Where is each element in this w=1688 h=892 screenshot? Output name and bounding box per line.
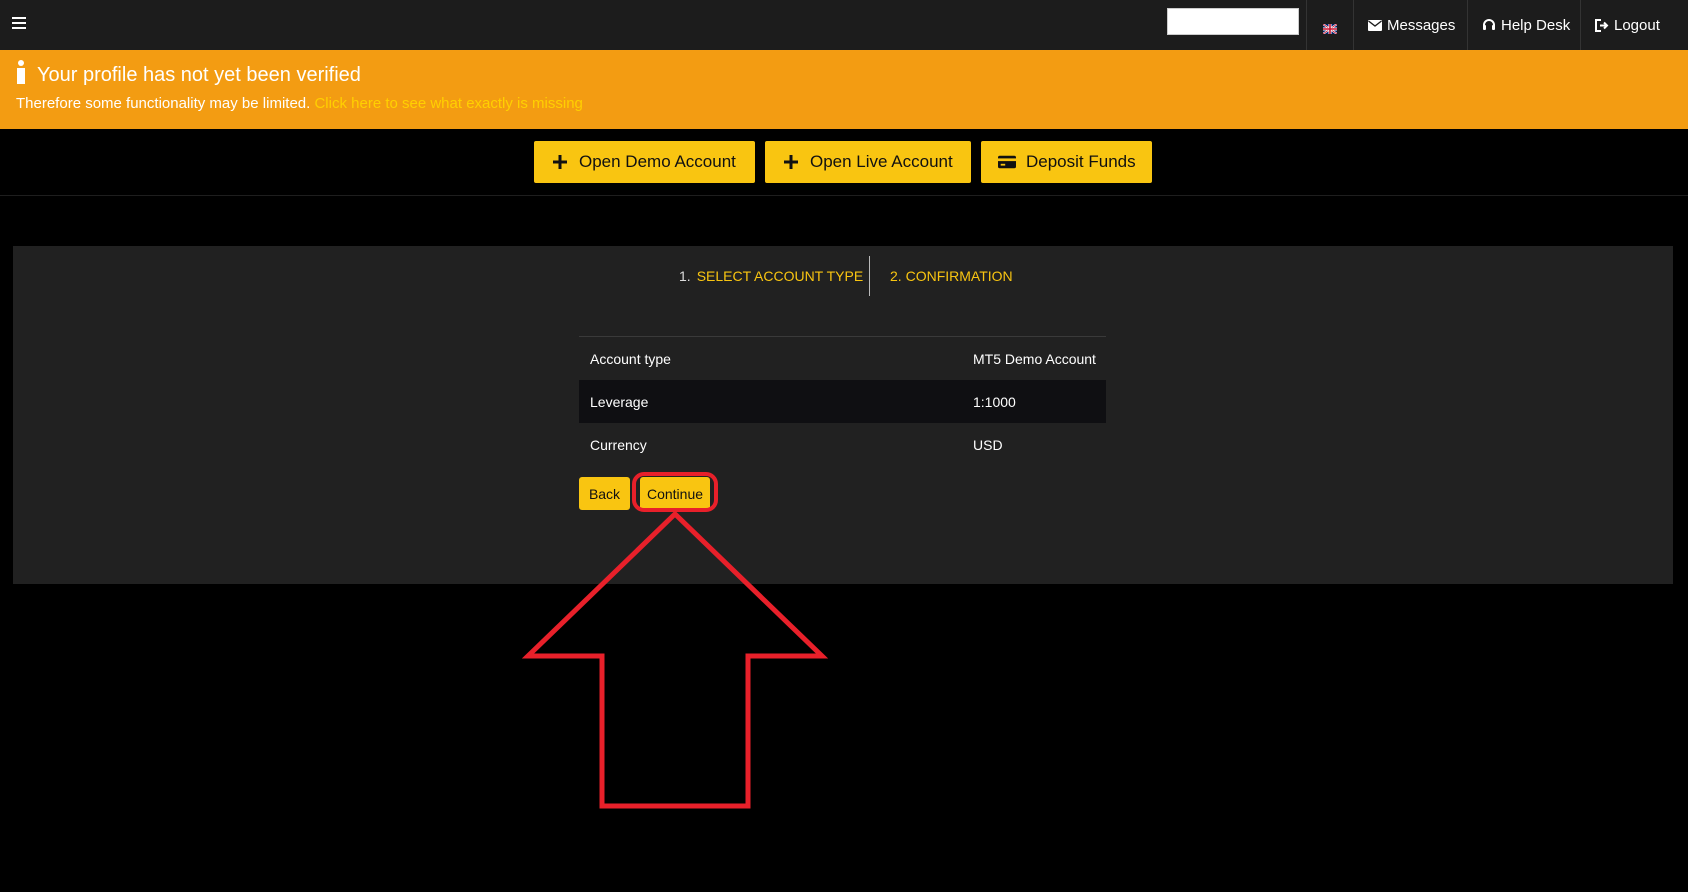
row-key: Leverage bbox=[590, 393, 649, 410]
messages-link[interactable]: Messages bbox=[1368, 0, 1455, 50]
messages-label: Messages bbox=[1387, 16, 1456, 34]
plus-icon bbox=[551, 153, 569, 171]
open-live-account-button[interactable]: Open Live Account bbox=[765, 141, 971, 183]
credit-card-icon bbox=[998, 153, 1016, 171]
row-key: Account type bbox=[590, 350, 671, 367]
nav-divider bbox=[1306, 0, 1307, 50]
account-summary-table: Account type MT5 Demo Account Leverage 1… bbox=[579, 336, 1106, 466]
step-number: 2. bbox=[890, 268, 902, 284]
row-key: Currency bbox=[590, 436, 647, 453]
step-label: CONFIRMATION bbox=[905, 268, 1013, 284]
top-navbar: Messages Help Desk Logout bbox=[0, 0, 1688, 50]
menu-icon[interactable] bbox=[12, 17, 26, 31]
continue-button[interactable]: Continue bbox=[640, 477, 710, 510]
helpdesk-link[interactable]: Help Desk bbox=[1482, 0, 1570, 50]
step-divider bbox=[869, 256, 870, 296]
step-number: 1. bbox=[679, 268, 691, 284]
helpdesk-label: Help Desk bbox=[1501, 16, 1571, 34]
logout-icon bbox=[1595, 18, 1609, 32]
alert-message: Therefore some functionality may be limi… bbox=[16, 95, 583, 112]
open-demo-account-button[interactable]: Open Demo Account bbox=[534, 141, 755, 183]
verification-alert: Your profile has not yet been verified T… bbox=[0, 50, 1688, 129]
divider bbox=[0, 195, 1688, 196]
open-live-label: Open Live Account bbox=[810, 152, 953, 171]
step-confirmation[interactable]: 2. CONFIRMATION bbox=[890, 268, 1013, 284]
deposit-label: Deposit Funds bbox=[1026, 152, 1136, 171]
alert-title: Your profile has not yet been verified bbox=[37, 64, 361, 86]
nav-divider bbox=[1467, 0, 1468, 50]
plus-icon bbox=[782, 153, 800, 171]
back-button[interactable]: Back bbox=[579, 477, 630, 510]
table-row: Account type MT5 Demo Account bbox=[579, 337, 1106, 380]
step-label: SELECT ACCOUNT TYPE bbox=[696, 268, 864, 284]
nav-divider bbox=[1353, 0, 1354, 50]
uk-flag-icon[interactable] bbox=[1322, 21, 1338, 35]
search-input[interactable] bbox=[1167, 8, 1299, 35]
row-value: 1:1000 bbox=[973, 393, 1016, 410]
step-select-account-type[interactable]: 1. SELECT ACCOUNT TYPE bbox=[679, 268, 863, 284]
logout-label: Logout bbox=[1614, 16, 1660, 34]
nav-divider bbox=[1580, 0, 1581, 50]
missing-info-link[interactable]: Click here to see what exactly is missin… bbox=[314, 95, 582, 112]
table-row: Leverage 1:1000 bbox=[579, 380, 1106, 423]
info-icon bbox=[16, 60, 26, 84]
logout-link[interactable]: Logout bbox=[1595, 0, 1660, 50]
row-value: USD bbox=[973, 436, 1003, 453]
table-row: Currency USD bbox=[579, 423, 1106, 466]
row-value: MT5 Demo Account bbox=[973, 350, 1096, 367]
headset-icon bbox=[1483, 19, 1495, 30]
envelope-icon bbox=[1368, 19, 1382, 31]
deposit-funds-button[interactable]: Deposit Funds bbox=[981, 141, 1152, 183]
open-demo-label: Open Demo Account bbox=[579, 152, 736, 171]
alert-text: Therefore some functionality may be limi… bbox=[16, 95, 311, 112]
